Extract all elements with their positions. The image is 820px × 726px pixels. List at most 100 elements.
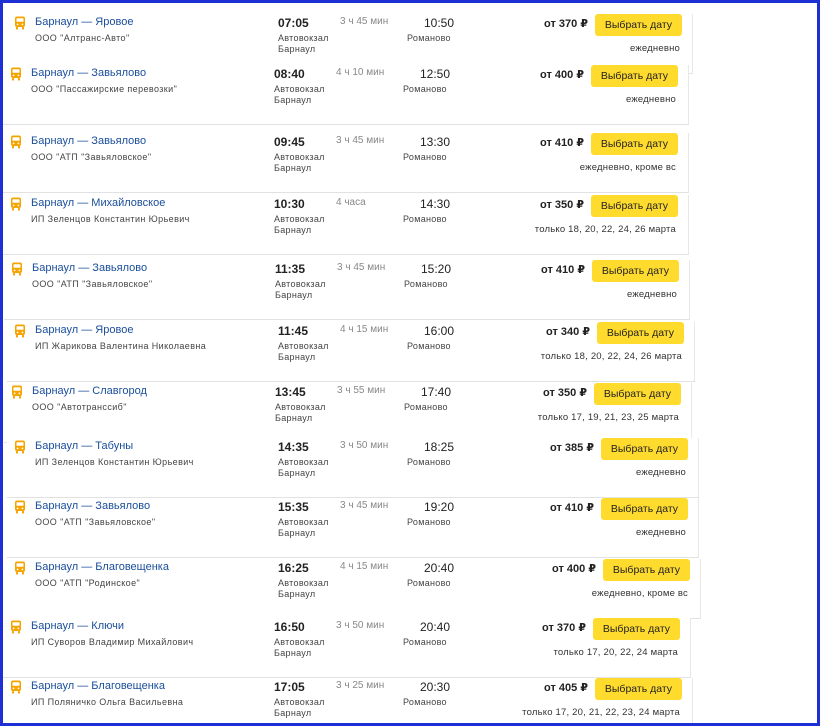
arrival-time: 20:40	[424, 561, 455, 575]
arrival-station: Романово	[404, 279, 448, 289]
carrier-name: ООО "АТП "Завьяловское"	[32, 279, 153, 289]
choose-date-button[interactable]: Выбрать дату	[590, 65, 678, 87]
arrival-station: Романово	[407, 457, 451, 467]
choose-date-button[interactable]: Выбрать дату	[590, 195, 678, 217]
route-link[interactable]: Барнаул — Яровое	[35, 16, 133, 28]
carrier-name: ООО "Алтранс-Авто"	[35, 33, 130, 43]
arrival-time: 14:30	[420, 197, 451, 211]
trip-schedule: только 17, 19, 21, 23, 25 марта	[537, 412, 679, 423]
trip-duration: 3 ч 45 мин	[337, 262, 386, 273]
departure-time: 09:45	[274, 135, 305, 149]
departure-station: Автовокзал Барнаул	[278, 517, 329, 538]
arrival-station: Романово	[407, 341, 451, 351]
carrier-name: ООО "АТП "Родинское"	[35, 578, 141, 588]
departure-station: Автовокзал Барнаул	[278, 341, 329, 362]
route-link[interactable]: Барнаул — Табуны	[35, 440, 133, 452]
choose-date-button[interactable]: Выбрать дату	[600, 438, 688, 460]
trip-duration: 3 ч 45 мин	[336, 135, 385, 146]
arrival-time: 16:00	[424, 324, 455, 338]
departure-station: Автовокзал Барнаул	[278, 33, 329, 54]
route-link[interactable]: Барнаул — Завьялово	[31, 135, 146, 147]
departure-time: 11:35	[275, 262, 306, 276]
route-link[interactable]: Барнаул — Славгород	[32, 385, 147, 397]
choose-date-button[interactable]: Выбрать дату	[590, 133, 678, 155]
departure-station: Автовокзал Барнаул	[274, 697, 325, 718]
departure-time: 16:50	[274, 620, 305, 634]
trip-row: Барнаул — Яровое ИП Жарикова Валентина Ни…	[7, 322, 695, 382]
departure-time: 15:35	[278, 500, 309, 514]
carrier-name: ИП Поляничко Ольга Васильевна	[31, 697, 184, 707]
bus-icon	[14, 16, 26, 30]
departure-time: 07:05	[278, 16, 309, 30]
ticket-price: от 340 ₽	[546, 326, 590, 338]
ticket-price: от 410 ₽	[541, 264, 585, 276]
trip-schedule: ежедневно	[629, 43, 680, 54]
choose-date-button[interactable]: Выбрать дату	[592, 618, 680, 640]
route-link[interactable]: Барнаул — Благовещенка	[31, 680, 165, 692]
trip-duration: 4 ч 10 мин	[336, 67, 385, 78]
departure-station: Автовокзал Барнаул	[274, 637, 325, 658]
arrival-station: Романово	[403, 152, 447, 162]
bus-icon	[10, 67, 22, 81]
departure-station: Автовокзал Барнаул	[278, 457, 329, 478]
arrival-station: Романово	[407, 517, 451, 527]
trip-duration: 4 ч 15 мин	[340, 561, 389, 572]
trip-duration: 3 ч 25 мин	[336, 680, 385, 691]
trip-row: Барнаул — Михайловское ИП Зеленцов Конста…	[3, 195, 689, 255]
trip-row: Барнаул — Табуны ИП Зеленцов Константин Ю…	[7, 438, 699, 498]
arrival-time: 13:30	[420, 135, 451, 149]
choose-date-button[interactable]: Выбрать дату	[594, 14, 682, 36]
ticket-price: от 400 ₽	[552, 563, 596, 575]
ticket-price: от 410 ₽	[540, 137, 584, 149]
arrival-time: 12:50	[420, 67, 451, 81]
arrival-station: Романово	[404, 402, 448, 412]
arrival-station: Романово	[403, 697, 447, 707]
departure-time: 10:30	[274, 197, 305, 211]
bus-icon	[10, 620, 22, 634]
choose-date-button[interactable]: Выбрать дату	[591, 260, 679, 282]
carrier-name: ИП Суворов Владимир Михайлович	[31, 637, 194, 647]
choose-date-button[interactable]: Выбрать дату	[602, 559, 690, 581]
bus-icon	[14, 500, 26, 514]
choose-date-button[interactable]: Выбрать дату	[593, 383, 681, 405]
bus-icon	[11, 385, 23, 399]
trip-schedule: ежедневно, кроме вс	[579, 162, 676, 173]
trip-schedule: только 18, 20, 22, 24, 26 марта	[534, 224, 676, 235]
departure-station: Автовокзал Барнаул	[274, 152, 325, 173]
departure-time: 17:05	[274, 680, 305, 694]
route-link[interactable]: Барнаул — Завьялово	[31, 67, 146, 79]
bus-icon	[10, 135, 22, 149]
route-link[interactable]: Барнаул — Завьялово	[32, 262, 147, 274]
route-link[interactable]: Барнаул — Благовещенка	[35, 561, 169, 573]
trip-duration: 4 часа	[336, 197, 366, 208]
arrival-time: 10:50	[424, 16, 455, 30]
trip-duration: 3 ч 45 мин	[340, 16, 389, 27]
trip-row: Барнаул — Завьялово ООО "АТП "Завьяловско…	[4, 260, 690, 320]
arrival-time: 17:40	[421, 385, 452, 399]
trip-schedule: только 18, 20, 22, 24, 26 марта	[540, 351, 682, 362]
trip-row: Барнаул — Завьялово ООО "АТП "Завьяловско…	[3, 133, 689, 193]
route-link[interactable]: Барнаул — Яровое	[35, 324, 133, 336]
trip-list: Барнаул — Яровое ООО "Алтранс-Авто" 07:05 А…	[3, 3, 817, 723]
departure-time: 11:45	[278, 324, 309, 338]
route-link[interactable]: Барнаул — Ключи	[31, 620, 124, 632]
departure-station: Автовокзал Барнаул	[275, 402, 326, 423]
bus-icon	[14, 561, 26, 575]
trip-duration: 3 ч 50 мин	[336, 620, 385, 631]
trip-row: Барнаул — Благовещенка ООО "АТП "Родинско…	[7, 559, 701, 619]
bus-icon	[11, 262, 23, 276]
route-link[interactable]: Барнаул — Завьялово	[35, 500, 150, 512]
choose-date-button[interactable]: Выбрать дату	[594, 678, 682, 700]
carrier-name: ООО "Пассажирские перевозки"	[31, 84, 178, 94]
choose-date-button[interactable]: Выбрать дату	[600, 498, 688, 520]
arrival-station: Романово	[403, 637, 447, 647]
trip-schedule: только 17, 20, 21, 22, 23, 24 марта	[522, 707, 680, 718]
trip-row: Барнаул — Завьялово ООО "АТП "Завьяловско…	[7, 498, 699, 558]
arrival-station: Романово	[407, 578, 451, 588]
ticket-price: от 370 ₽	[544, 18, 588, 30]
bus-icon	[10, 680, 22, 694]
carrier-name: ООО "АТП "Завьяловское"	[35, 517, 156, 527]
route-link[interactable]: Барнаул — Михайловское	[31, 197, 165, 209]
arrival-time: 20:40	[420, 620, 451, 634]
choose-date-button[interactable]: Выбрать дату	[596, 322, 684, 344]
